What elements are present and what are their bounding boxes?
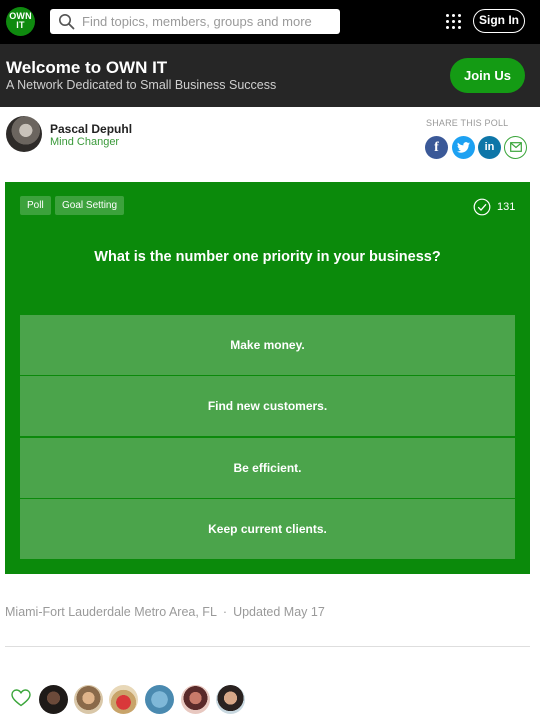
heart-icon[interactable] (11, 689, 31, 707)
divider (5, 646, 530, 647)
sign-in-button[interactable]: Sign In (473, 9, 525, 33)
share-label: SHARE THIS POLL (426, 118, 509, 128)
facebook-share-button[interactable]: f (425, 136, 448, 159)
poll-option[interactable]: Be efficient. (20, 438, 515, 498)
search-box[interactable] (50, 9, 340, 34)
own-it-logo[interactable]: OWN IT (6, 7, 35, 36)
welcome-banner: Welcome to OWN IT A Network Dedicated to… (0, 44, 540, 107)
banner-title: Welcome to OWN IT (6, 58, 168, 77)
poll-option[interactable]: Find new customers. (20, 376, 515, 436)
liker-avatar[interactable] (145, 685, 174, 714)
poll-card: Poll Goal Setting 131 What is the number… (5, 182, 530, 574)
linkedin-share-button[interactable]: in (478, 136, 501, 159)
updated-text: Updated May 17 (233, 605, 325, 619)
search-icon (59, 14, 75, 30)
logo-line-2: IT (16, 20, 25, 30)
search-input[interactable] (82, 11, 332, 32)
liker-avatar[interactable] (74, 685, 103, 714)
liker-avatar[interactable] (109, 685, 138, 714)
poll-option[interactable]: Keep current clients. (20, 499, 515, 559)
poll-meta: Miami-Fort Lauderdale Metro Area, FL · Upd… (5, 605, 325, 619)
liker-avatar[interactable] (39, 685, 68, 714)
top-bar: OWN IT Sign In (0, 0, 540, 44)
join-us-button[interactable]: Join Us (450, 58, 525, 93)
liker-avatar[interactable] (181, 685, 210, 714)
author-avatar[interactable] (6, 116, 42, 152)
liker-avatar[interactable] (216, 685, 245, 714)
apps-grid-icon[interactable] (445, 13, 462, 30)
author-role: Mind Changer (50, 136, 120, 148)
banner-subtitle: A Network Dedicated to Small Business Su… (6, 78, 277, 92)
twitter-icon (457, 142, 470, 153)
facebook-icon: f (434, 140, 439, 155)
poll-question: What is the number one priority in your … (94, 249, 441, 265)
email-icon (509, 142, 522, 152)
linkedin-icon: in (484, 141, 495, 153)
author-name[interactable]: Pascal Depuhl (50, 122, 132, 136)
twitter-share-button[interactable] (452, 136, 475, 159)
email-share-button[interactable] (504, 136, 527, 159)
vote-count: 131 (497, 201, 516, 213)
check-circle-icon (473, 198, 491, 216)
location-text: Miami-Fort Lauderdale Metro Area, FL (5, 605, 217, 619)
poll-option[interactable]: Make money. (20, 315, 515, 375)
meta-separator: · (222, 605, 228, 619)
tag-goal-setting[interactable]: Goal Setting (55, 196, 125, 215)
tag-poll[interactable]: Poll (20, 196, 51, 215)
